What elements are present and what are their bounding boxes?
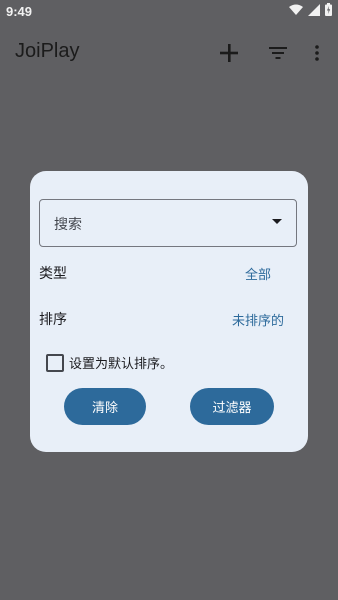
sort-label: 排序	[39, 312, 67, 328]
type-label: 类型	[39, 266, 67, 282]
default-sort-checkbox[interactable]	[46, 354, 64, 372]
filter-dialog: 搜索 类型 全部 排序 未排序的 设置为默认排序。 清除 过滤器	[30, 171, 308, 452]
wifi-icon	[289, 4, 303, 15]
dropdown-arrow-icon	[272, 219, 282, 224]
filter-list-icon	[269, 47, 287, 59]
add-button[interactable]	[214, 38, 244, 68]
status-time: 9:49	[6, 4, 33, 19]
search-dropdown[interactable]: 搜索	[39, 199, 297, 247]
add-icon	[220, 44, 238, 62]
clear-button[interactable]: 清除	[64, 388, 146, 425]
app-title: JoiPlay	[15, 40, 80, 62]
sort-value[interactable]: 未排序的	[232, 310, 284, 329]
battery-icon	[325, 3, 332, 16]
default-sort-label: 设置为默认排序。	[69, 357, 174, 372]
more-options-button[interactable]	[302, 38, 332, 68]
more-vert-icon	[315, 45, 319, 61]
filter-button[interactable]	[263, 38, 293, 68]
type-value[interactable]: 全部	[245, 264, 271, 283]
filter-apply-button[interactable]: 过滤器	[190, 388, 274, 425]
status-icons	[289, 3, 332, 16]
app-bar: JoiPlay	[0, 30, 338, 78]
status-bar: 9:49	[0, 0, 338, 24]
search-dropdown-label: 搜索	[54, 217, 82, 233]
signal-icon	[308, 3, 320, 16]
